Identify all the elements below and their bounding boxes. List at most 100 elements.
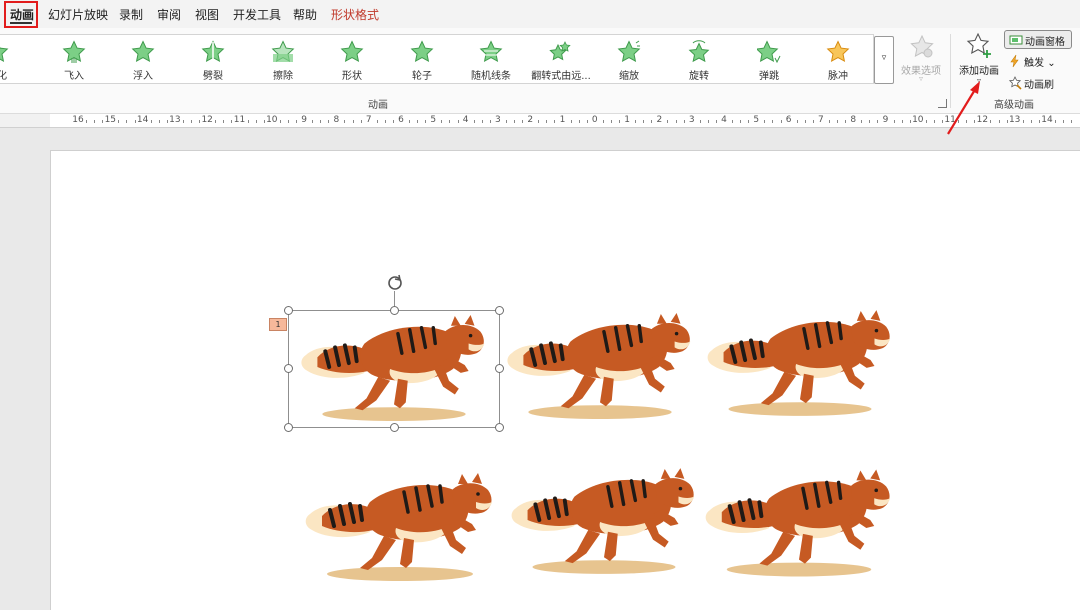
running-cat-image-5[interactable] <box>506 460 702 582</box>
ruler-tick <box>925 120 927 123</box>
ruler-tick <box>489 120 491 123</box>
ruler-tick <box>150 120 152 123</box>
ruler-tick <box>764 120 766 123</box>
ruler-tick <box>901 120 903 123</box>
ruler-tick <box>554 120 556 123</box>
split-star-icon <box>201 40 225 63</box>
resize-handle-top[interactable] <box>390 306 399 315</box>
ruler-tick <box>441 120 443 123</box>
gallery-item-appear[interactable]: 变化 <box>0 35 32 85</box>
resize-handle-bottom-left[interactable] <box>284 423 293 432</box>
gallery-item-wipe[interactable]: 擦除 <box>248 35 318 85</box>
animation-pane-button[interactable]: 动画窗格 <box>1004 30 1072 49</box>
ruler-tick <box>715 120 717 123</box>
ruler-tick <box>643 120 645 123</box>
gallery-item-zoom[interactable]: 缩放 <box>594 35 664 85</box>
gallery-item-shape[interactable]: 形状 <box>317 35 387 85</box>
gallery-item-split[interactable]: 劈裂 <box>178 35 248 85</box>
tab-help[interactable]: 帮助 <box>293 6 317 23</box>
gallery-item-float-in[interactable]: 浮入 <box>108 35 178 85</box>
trigger-button[interactable]: 触发 ⌄ <box>1004 52 1074 71</box>
resize-handle-top-right[interactable] <box>495 306 504 315</box>
menu-bar: 动画 幻灯片放映 录制 审阅 视图 开发工具 帮助 形状格式 <box>0 0 1080 28</box>
gallery-item-grow-turn[interactable]: 翻转式由远... <box>526 35 596 85</box>
ruler-tick <box>1022 120 1024 123</box>
ruler-tick <box>199 120 201 123</box>
gallery-item-swivel[interactable]: 旋转 <box>664 35 734 85</box>
ruler-number: 13 <box>169 115 181 125</box>
ruler-tick <box>837 120 839 123</box>
rotate-handle-icon[interactable] <box>385 273 405 293</box>
resize-handle-top-left[interactable] <box>284 306 293 315</box>
ruler-tick <box>1055 120 1057 123</box>
ruler-tick <box>1006 120 1008 123</box>
effect-options-button[interactable]: 效果选项 ▿ <box>896 32 946 92</box>
tab-slide-show[interactable]: 幻灯片放映 <box>48 6 108 23</box>
zoom-star-icon <box>617 40 641 63</box>
ruler-number: 12 <box>201 115 213 125</box>
resize-handle-left[interactable] <box>284 364 293 373</box>
running-cat-image-2[interactable] <box>500 312 700 420</box>
animation-painter-button[interactable]: 动画刷 <box>1004 74 1074 93</box>
ruler-number: 3 <box>495 115 501 125</box>
running-cat-image-3[interactable] <box>702 306 898 420</box>
ruler-number: 16 <box>72 115 84 125</box>
ruler-number: 4 <box>462 115 469 125</box>
tab-record[interactable]: 录制 <box>119 6 143 23</box>
gallery-more-button[interactable]: ▿ <box>874 36 894 84</box>
resize-handle-right[interactable] <box>495 364 504 373</box>
ruler-tick <box>287 120 289 123</box>
chevron-down-icon: ⌄ <box>1047 58 1056 69</box>
pulse-star-icon <box>826 40 850 63</box>
animation-order-badge[interactable]: 1 <box>269 318 287 331</box>
tab-developer[interactable]: 开发工具 <box>233 6 281 23</box>
running-cat-image-4[interactable] <box>300 472 500 582</box>
ruler-tick <box>828 120 830 123</box>
ruler-number: 5 <box>753 115 760 125</box>
ruler-tick <box>328 120 330 123</box>
ruler-number: 7 <box>365 115 372 125</box>
ruler-tick <box>619 120 621 123</box>
gallery-item-wheel[interactable]: 轮子 <box>387 35 457 85</box>
wipe-star-icon <box>271 40 295 63</box>
resize-handle-bottom[interactable] <box>390 423 399 432</box>
lightning-icon <box>1010 54 1019 68</box>
advanced-animation-group-label: 高级动画 <box>994 100 1034 111</box>
ruler-tick <box>1030 120 1032 123</box>
random-bars-star-icon <box>479 40 503 63</box>
ruler-number: 14 <box>1041 115 1053 125</box>
gallery-item-fly-in[interactable]: 飞入 <box>39 35 109 85</box>
ruler-number: 15 <box>104 115 117 125</box>
ruler-tick <box>255 120 257 123</box>
ruler-tick <box>344 120 346 123</box>
ruler-tick <box>732 120 734 123</box>
ruler-number: 0 <box>591 115 598 125</box>
ruler-number: 9 <box>301 115 307 125</box>
gallery-item-bounce[interactable]: 弹跳 <box>734 35 804 85</box>
ruler-number: 6 <box>785 115 792 125</box>
ruler-number: 6 <box>398 115 404 125</box>
tab-shape-format[interactable]: 形状格式 <box>331 6 379 23</box>
ruler-tick <box>602 120 604 123</box>
ruler-tick <box>772 120 774 123</box>
tab-review[interactable]: 审阅 <box>157 6 181 23</box>
tab-view[interactable]: 视图 <box>195 6 219 23</box>
ruler-tick <box>586 120 588 123</box>
ruler-tick <box>538 120 540 123</box>
gallery-item-pulse[interactable]: 脉冲 <box>803 35 873 85</box>
horizontal-ruler: 16 15 14 13 12 11 10 9 8 7 6 5 4 3 2 1 0 1 2 3 4 5 6 7 8 9 10 11 12 1… <box>0 114 1080 128</box>
ruler-tick <box>505 120 507 123</box>
ruler-number: 2 <box>527 115 534 125</box>
resize-handle-bottom-right[interactable] <box>495 423 504 432</box>
ruler-tick <box>449 120 451 123</box>
selection-box <box>288 310 500 428</box>
ruler-tick <box>473 120 475 123</box>
ruler-tick <box>683 120 685 123</box>
ruler-number: 8 <box>850 115 857 125</box>
running-cat-image-6[interactable] <box>700 464 898 582</box>
ruler-tick <box>635 120 637 123</box>
ruler-number: 1 <box>559 115 566 125</box>
gallery-item-random-bars[interactable]: 随机线条 <box>456 35 526 85</box>
ruler-tick <box>877 120 879 123</box>
ruler-tick <box>796 120 798 123</box>
